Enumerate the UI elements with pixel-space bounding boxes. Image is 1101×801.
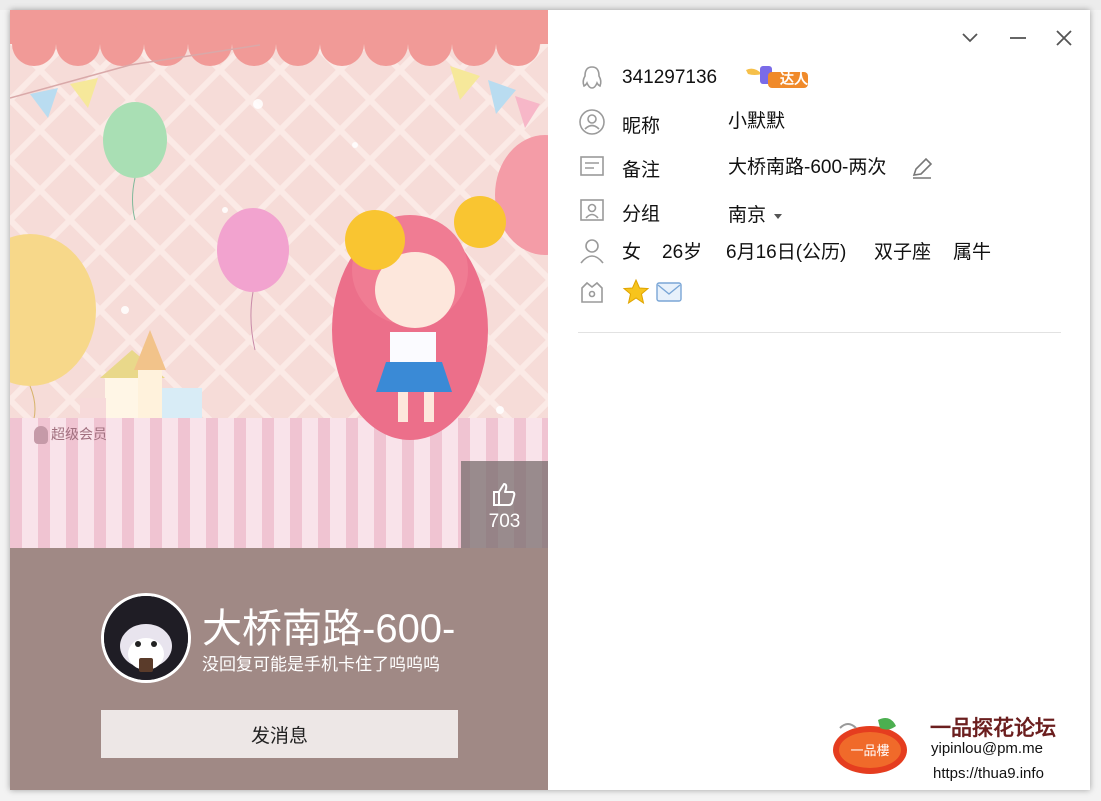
- nickname-row: 昵称 小默默: [578, 108, 1058, 138]
- penguin-icon: [34, 426, 48, 445]
- talent-label: 达人: [780, 71, 808, 87]
- zodiac: 双子座: [874, 242, 932, 263]
- like-count: 703: [488, 511, 521, 532]
- avatar[interactable]: [101, 593, 191, 683]
- forum-logo: 一品樓: [833, 718, 907, 774]
- personal-info-row: 女 26岁 6月16日(公历) 双子座 属牛: [578, 237, 1058, 267]
- nickname-value: 小默默: [728, 111, 786, 132]
- signature: 没回复可能是手机卡住了呜呜呜: [202, 655, 440, 674]
- profile-summary: 大桥南路-600- 没回复可能是手机卡住了呜呜呜 发消息: [10, 548, 548, 790]
- section-divider: [578, 332, 1061, 333]
- birthday: 6月16日(公历): [726, 242, 847, 263]
- person-icon: [580, 239, 604, 264]
- penguin-outline-icon: [582, 66, 602, 89]
- svg-text:一品樓: 一品樓: [850, 744, 889, 759]
- group-select[interactable]: 南京: [728, 200, 783, 227]
- group-label: 分组: [622, 204, 661, 225]
- minimize-icon[interactable]: [1006, 26, 1030, 50]
- profile-card-window: 超级会员 703 大桥南路-600- 没回复可能是手机卡住了呜呜呜 发消息 34…: [10, 10, 1090, 790]
- crown-house-icon: [581, 281, 603, 303]
- display-name: 大桥南路-600-: [202, 607, 456, 651]
- nickname-label: 昵称: [622, 116, 661, 137]
- mail-badge-icon[interactable]: [656, 280, 682, 304]
- edit-pencil-icon[interactable]: [910, 156, 934, 180]
- thumbs-up-icon: [493, 483, 516, 506]
- group-value: 南京: [728, 205, 767, 226]
- watermark-email: yipinlou@pm.me: [931, 740, 1043, 757]
- note-icon: [580, 156, 604, 176]
- qq-number: 341297136: [622, 67, 718, 88]
- star-badge-icon[interactable]: [622, 278, 650, 306]
- remark-row: 备注 大桥南路-600-两次: [578, 152, 1058, 182]
- watermark-url: https://thua9.info: [933, 765, 1044, 782]
- watermark-title: 一品探花论坛: [930, 717, 1056, 740]
- gender: 女: [622, 242, 642, 263]
- send-message-button[interactable]: 发消息: [101, 710, 458, 758]
- close-icon[interactable]: [1052, 26, 1076, 50]
- avatar-image: [104, 596, 188, 680]
- qq-number-row: 341297136 达人: [578, 64, 878, 94]
- badges-row: [578, 278, 778, 308]
- cover-image: 超级会员 703: [10, 10, 548, 548]
- like-button[interactable]: 703: [461, 461, 548, 548]
- chevron-down-icon[interactable]: [958, 26, 982, 50]
- remark-label: 备注: [622, 160, 661, 181]
- left-panel: 超级会员 703 大桥南路-600- 没回复可能是手机卡住了呜呜呜 发消息: [10, 10, 548, 790]
- remark-value: 大桥南路-600-两次: [728, 157, 887, 178]
- super-vip-badge: 超级会员: [34, 424, 107, 445]
- user-circle-icon: [579, 109, 605, 135]
- group-row: 分组 南京: [578, 196, 1058, 226]
- right-panel: 341297136 达人 昵称 小默默 备注 大桥南路-600-两次 分组 南京…: [548, 10, 1090, 790]
- super-vip-label: 超级会员: [51, 426, 107, 442]
- background-browser-tabs: [0, 0, 1101, 10]
- group-card-icon: [580, 199, 604, 221]
- chinese-zodiac: 属牛: [953, 242, 992, 263]
- talent-badge[interactable]: 达人: [744, 62, 810, 92]
- caret-down-icon: [774, 213, 783, 219]
- age: 26岁: [662, 242, 703, 263]
